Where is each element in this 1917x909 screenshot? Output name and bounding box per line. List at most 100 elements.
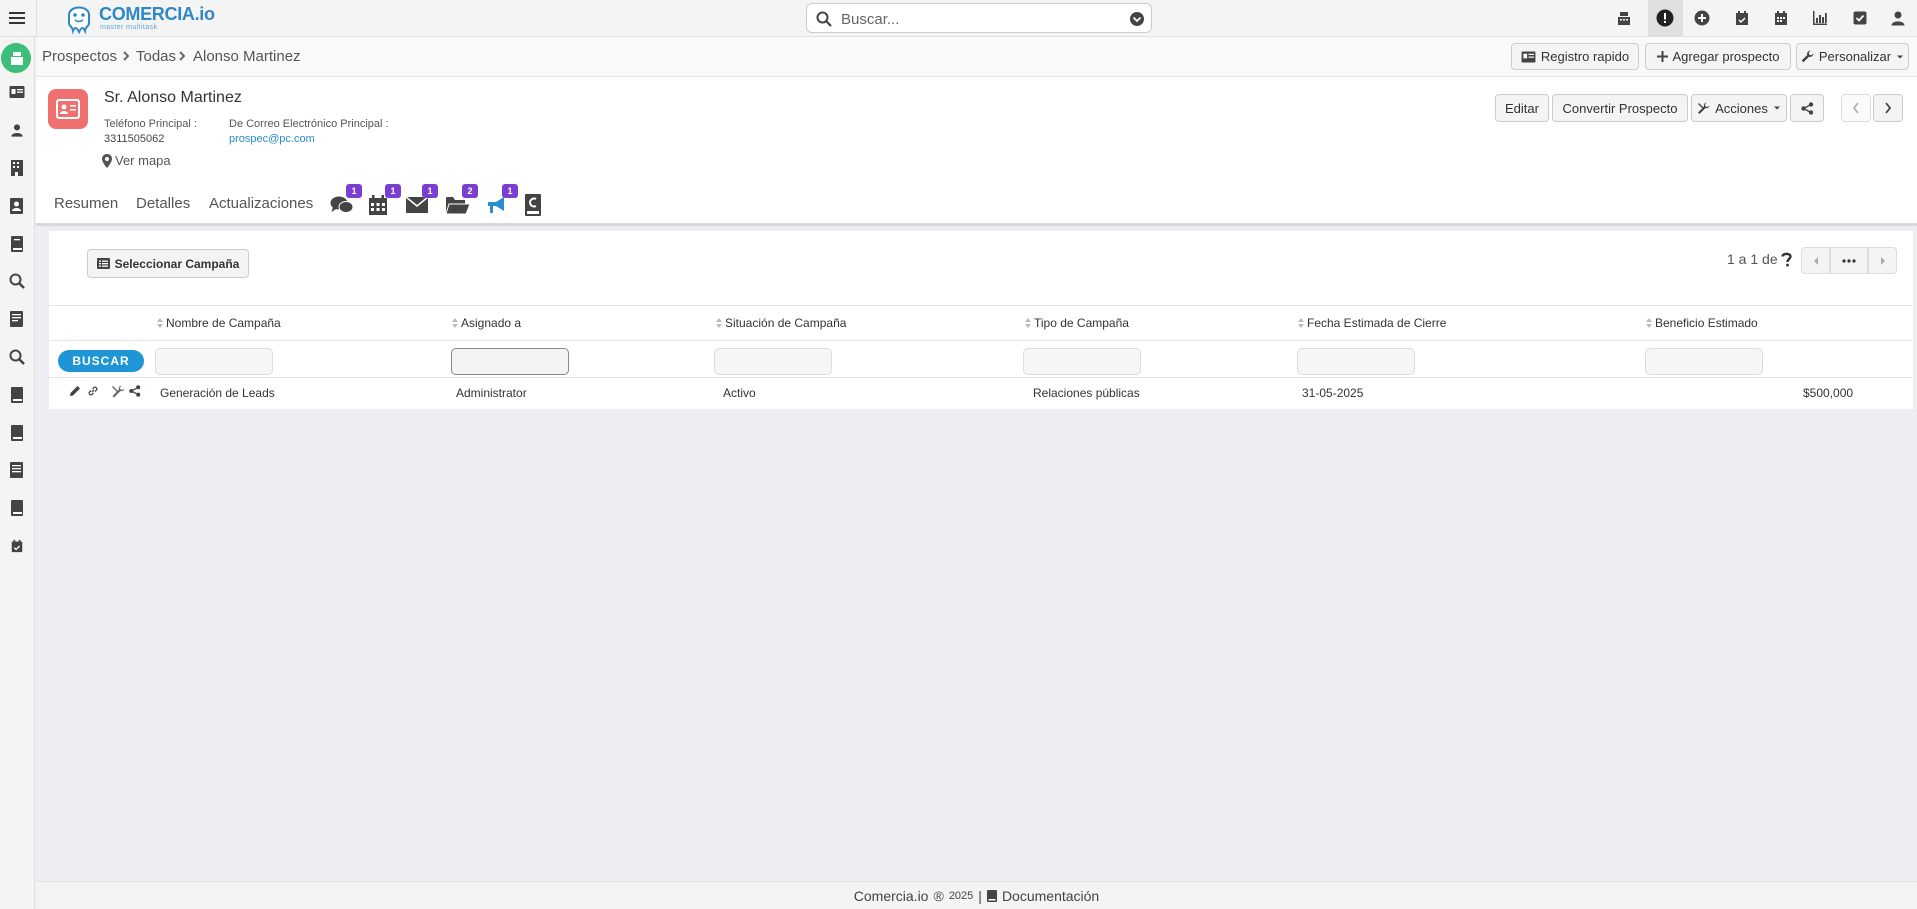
- tab-comments[interactable]: 1: [330, 184, 362, 217]
- footer-year: 2025: [948, 890, 974, 902]
- search-input[interactable]: [841, 9, 1111, 29]
- app-logo[interactable]: COMERCIA.io master multitask: [64, 1, 215, 35]
- add-prospect-button[interactable]: Agregar prospecto: [1645, 43, 1791, 70]
- view-map-link[interactable]: Ver mapa: [102, 153, 171, 168]
- prospect-record-icon: [48, 89, 88, 129]
- breadcrumb-list[interactable]: Todas: [136, 48, 176, 65]
- cell-expected-benefit: $500,000: [1803, 386, 1854, 400]
- rail-id-card-icon[interactable]: [8, 83, 26, 101]
- search-options-chevron-icon[interactable]: [1129, 11, 1145, 27]
- breadcrumb: Prospectos Todas Alonso Martinez Registr…: [36, 37, 1917, 77]
- select-campaign-button[interactable]: Seleccionar Campaña: [87, 249, 249, 278]
- tab-email[interactable]: 1: [406, 184, 438, 217]
- campaigns-badge: 1: [502, 184, 518, 198]
- rail-receipt-icon[interactable]: [8, 310, 26, 328]
- email-badge: 1: [422, 184, 438, 198]
- convert-label: Convertir Prospecto: [1562, 100, 1678, 116]
- filter-assigned-to-input[interactable]: [451, 348, 569, 375]
- rail-building-icon[interactable]: [8, 159, 26, 177]
- add-prospect-label: Agregar prospecto: [1672, 49, 1780, 64]
- documentation-link[interactable]: Documentación: [1002, 888, 1099, 904]
- pencil-icon[interactable]: [69, 385, 81, 397]
- column-header-campaign-status[interactable]: Situación de Campaña: [716, 316, 846, 330]
- tools-icon[interactable]: [111, 385, 125, 398]
- alert-icon[interactable]: [1655, 8, 1675, 28]
- contract-book-icon: [525, 194, 541, 216]
- customize-label: Personalizar: [1818, 49, 1892, 64]
- rail-list-icon[interactable]: [8, 461, 26, 479]
- column-header-close-date[interactable]: Fecha Estimada de Cierre: [1298, 316, 1446, 330]
- cell-campaign-name[interactable]: Generación de Leads: [160, 386, 275, 400]
- help-question-icon[interactable]: [1780, 252, 1792, 267]
- id-card-icon: [1521, 50, 1536, 63]
- filter-status-input[interactable]: [714, 348, 832, 375]
- plus-circle-icon[interactable]: [1692, 8, 1712, 28]
- calendar-icon: [369, 195, 387, 215]
- rail-book-icon[interactable]: [8, 235, 26, 253]
- checkbox-icon[interactable]: [1850, 8, 1870, 28]
- link-icon[interactable]: [87, 385, 99, 397]
- rail-user-icon[interactable]: [8, 121, 26, 139]
- filter-benefit-input[interactable]: [1645, 348, 1763, 375]
- convert-prospect-button[interactable]: Convertir Prospecto: [1552, 94, 1688, 122]
- search-icon: [816, 11, 832, 27]
- envelope-icon: [406, 197, 428, 213]
- column-header-assigned-to[interactable]: Asignado a: [452, 316, 521, 330]
- rail-search-icon-2[interactable]: [8, 348, 26, 366]
- rail-search-icon[interactable]: [8, 272, 26, 290]
- next-record-button[interactable]: [1873, 94, 1903, 122]
- rail-book-icon-4[interactable]: [8, 499, 26, 517]
- record-title: Sr. Alonso Martinez: [104, 89, 242, 106]
- filter-close-date-input[interactable]: [1297, 348, 1415, 375]
- column-header-expected-benefit[interactable]: Beneficio Estimado: [1646, 316, 1758, 330]
- email-link[interactable]: prospec@pc.com: [229, 133, 315, 145]
- cell-close-date: 31-05-2025: [1302, 386, 1364, 400]
- tab-campaigns[interactable]: 1: [486, 184, 518, 217]
- rail-calendar-check-icon[interactable]: [8, 537, 26, 555]
- tab-summary[interactable]: Resumen: [54, 195, 118, 212]
- hamburger-menu-icon[interactable]: [7, 8, 27, 28]
- tab-details[interactable]: Detalles: [136, 195, 190, 212]
- plus-icon: [1656, 51, 1668, 62]
- rail-book-icon-2[interactable]: [8, 386, 26, 404]
- documents-badge: 2: [462, 184, 478, 198]
- pager-next-button[interactable]: [1868, 247, 1897, 274]
- sort-icon: [452, 318, 458, 328]
- share-button[interactable]: [1790, 94, 1824, 122]
- tab-updates[interactable]: Actualizaciones: [209, 195, 313, 212]
- pager-prev-button[interactable]: [1801, 247, 1830, 274]
- quick-register-button[interactable]: Registro rapido: [1511, 43, 1639, 70]
- tab-contract[interactable]: [524, 191, 550, 217]
- user-icon[interactable]: [1888, 8, 1908, 28]
- search-button[interactable]: BUSCAR: [58, 350, 144, 372]
- edit-label: Editar: [1505, 100, 1539, 116]
- rail-contact-card-icon[interactable]: [8, 197, 26, 215]
- rail-book-icon-3[interactable]: [8, 424, 26, 442]
- map-marker-icon: [102, 153, 112, 168]
- breadcrumb-module[interactable]: Prospectos: [42, 48, 117, 65]
- column-header-campaign-name[interactable]: Nombre de Campaña: [157, 316, 281, 330]
- view-map-label: Ver mapa: [115, 153, 171, 168]
- column-header-campaign-type[interactable]: Tipo de Campaña: [1025, 316, 1129, 330]
- logo-tagline: master multitask: [100, 24, 158, 31]
- phone-value: 3311505062: [104, 133, 165, 145]
- tab-documents[interactable]: 2: [446, 184, 478, 217]
- calendar-icon[interactable]: [1771, 8, 1791, 28]
- tab-calendar[interactable]: 1: [369, 184, 401, 217]
- list-icon: [96, 258, 110, 269]
- table-row: Generación de Leads Administrator Activo…: [49, 378, 1913, 407]
- previous-record-button[interactable]: [1841, 94, 1871, 122]
- filter-type-input[interactable]: [1023, 348, 1141, 375]
- bar-chart-icon[interactable]: [1810, 8, 1830, 28]
- calendar-check-icon[interactable]: [1732, 8, 1752, 28]
- share-icon[interactable]: [129, 385, 141, 397]
- cash-register-icon[interactable]: [1614, 8, 1634, 28]
- filter-campaign-name-input[interactable]: [155, 348, 273, 375]
- edit-button[interactable]: Editar: [1495, 94, 1549, 122]
- record-header: Sr. Alonso Martinez Teléfono Principal :…: [36, 77, 1917, 225]
- customize-button[interactable]: Personalizar: [1796, 43, 1909, 70]
- actions-button[interactable]: Acciones: [1691, 94, 1787, 122]
- table-header-row: Nombre de Campaña Asignado a Situación d…: [49, 305, 1913, 341]
- pager-page-list-button[interactable]: [1830, 247, 1868, 274]
- registered-icon: ®: [933, 888, 944, 904]
